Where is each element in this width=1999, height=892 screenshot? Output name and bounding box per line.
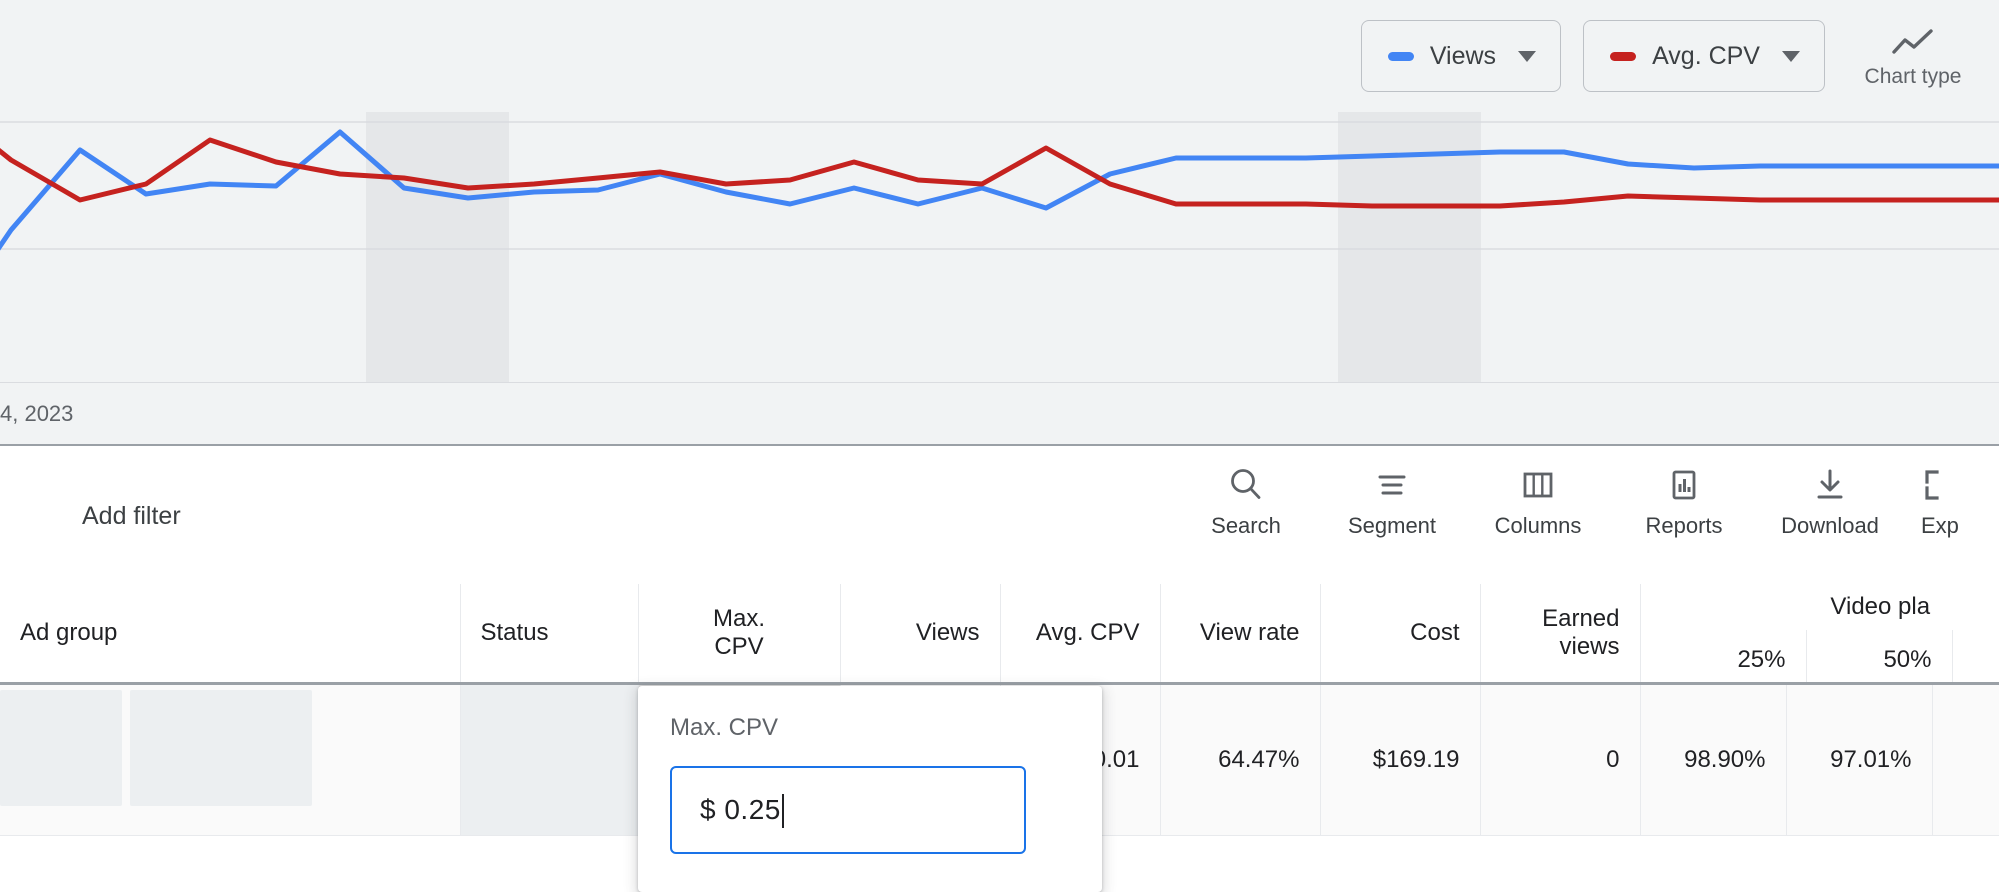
col-header-cost[interactable]: Cost: [1320, 584, 1481, 684]
cell-video-played-group: 98.90% 97.01%: [1640, 683, 1999, 836]
col-header-earned-views-line2: views: [1559, 633, 1620, 660]
toolbar-reports-button[interactable]: Reports: [1611, 466, 1757, 539]
max-cpv-popup-title: Max. CPV: [670, 714, 779, 741]
download-icon: [1811, 466, 1849, 504]
line-chart-icon: [1891, 28, 1935, 58]
cell-view-rate: 64.47%: [1160, 683, 1321, 836]
reports-icon: [1665, 466, 1703, 504]
col-header-earned-views-line1: Earned: [1542, 605, 1620, 632]
toolbar-search-button[interactable]: Search: [1173, 466, 1319, 539]
ad-group-placeholder-block-2: [130, 689, 312, 806]
col-header-view-rate[interactable]: View rate: [1160, 584, 1321, 684]
chart-type-label: Chart type: [1864, 64, 1962, 88]
toolbar-segment-button[interactable]: Segment: [1319, 466, 1465, 539]
cell-video-played-50: 97.01%: [1787, 685, 1933, 835]
col-header-max-cpv[interactable]: Max. CPV: [638, 584, 841, 684]
segment-icon: [1373, 466, 1411, 504]
max-cpv-input-value: $ 0.25: [700, 794, 781, 825]
toolbar-segment-label: Segment: [1347, 513, 1437, 538]
toolbar-columns-label: Columns: [1494, 513, 1582, 538]
toolbar-expand-button[interactable]: Exp: [1903, 466, 1999, 539]
chart-metric-selector-bar: Views Avg. CPV Chart type: [1219, 0, 1999, 112]
cell-video-played-25: 98.90%: [1641, 685, 1787, 835]
col-header-ad-group[interactable]: Ad group: [0, 584, 461, 684]
metric-chip-avg-cpv[interactable]: Avg. CPV: [1583, 20, 1825, 92]
col-header-video-played-25[interactable]: 25%: [1661, 630, 1807, 682]
col-header-max-cpv-line1: Max.: [712, 605, 765, 632]
col-header-video-played-50[interactable]: 50%: [1807, 630, 1953, 682]
toolbar-download-label: Download: [1781, 513, 1879, 538]
performance-chart-panel: Views Avg. CPV Chart type 4, 2023: [0, 0, 1999, 446]
toolbar-columns-button[interactable]: Columns: [1465, 466, 1611, 539]
metric-chip-views-label: Views: [1429, 41, 1497, 70]
chart-date-label: 4, 2023: [0, 400, 74, 426]
col-header-status[interactable]: Status: [460, 584, 639, 684]
ad-group-placeholder-block: [0, 689, 122, 806]
chevron-down-icon: [1782, 50, 1800, 62]
table-toolbar: Add filter Search Segment Columns Report…: [0, 448, 1999, 584]
metric-chip-views[interactable]: Views: [1360, 20, 1562, 92]
col-group-video-played: Video pla 25% 50%: [1640, 584, 1999, 684]
avg-cpv-color-swatch: [1610, 51, 1637, 61]
max-cpv-edit-popup[interactable]: Max. CPV $ 0.25: [638, 686, 1102, 892]
cell-status[interactable]: [460, 683, 639, 836]
toolbar-reports-label: Reports: [1645, 513, 1723, 538]
chart-type-button[interactable]: Chart type: [1847, 24, 1979, 89]
google-ads-campaign-screen: Views Avg. CPV Chart type 4, 2023 Add fi…: [0, 0, 1999, 892]
col-header-video-played-75[interactable]: [1953, 630, 1999, 682]
metric-chip-avg-cpv-label: Avg. CPV: [1652, 41, 1760, 70]
col-header-earned-views[interactable]: Earned views: [1480, 584, 1641, 684]
col-header-avg-cpv[interactable]: Avg. CPV: [1000, 584, 1161, 684]
toolbar-expand-label: Exp: [1921, 513, 1959, 538]
cell-video-played-75: [1933, 685, 1999, 835]
cell-cost: $169.19: [1320, 683, 1481, 836]
add-filter-button[interactable]: Add filter: [82, 502, 181, 531]
col-header-max-cpv-line2: CPV: [714, 633, 764, 660]
toolbar-download-button[interactable]: Download: [1757, 466, 1903, 539]
chevron-down-icon: [1518, 50, 1537, 62]
chart-date-axis: 4, 2023: [0, 382, 1999, 444]
cell-earned-views: 0: [1480, 683, 1641, 836]
search-icon: [1227, 466, 1265, 504]
toolbar-search-label: Search: [1211, 513, 1281, 538]
col-group-video-played-subcols: 25% 50%: [1661, 630, 1999, 682]
chart-plot-area[interactable]: [0, 112, 1999, 382]
table-header-row: Ad group Status Max. CPV Views Avg. CPV …: [0, 584, 1999, 684]
col-group-video-played-title: Video pla: [1830, 593, 1931, 620]
columns-icon: [1519, 466, 1557, 504]
col-header-views[interactable]: Views: [840, 584, 1001, 684]
views-color-swatch: [1387, 51, 1414, 61]
chart-svg: [0, 112, 1999, 382]
toolbar-actions: Search Segment Columns Reports Download …: [1173, 448, 1999, 584]
expand-icon: [1921, 466, 1959, 504]
text-cursor-icon: [781, 794, 784, 828]
cell-ad-group[interactable]: [0, 683, 461, 836]
table-head: Ad group Status Max. CPV Views Avg. CPV …: [0, 584, 1999, 684]
max-cpv-input[interactable]: $ 0.25: [670, 766, 1026, 854]
